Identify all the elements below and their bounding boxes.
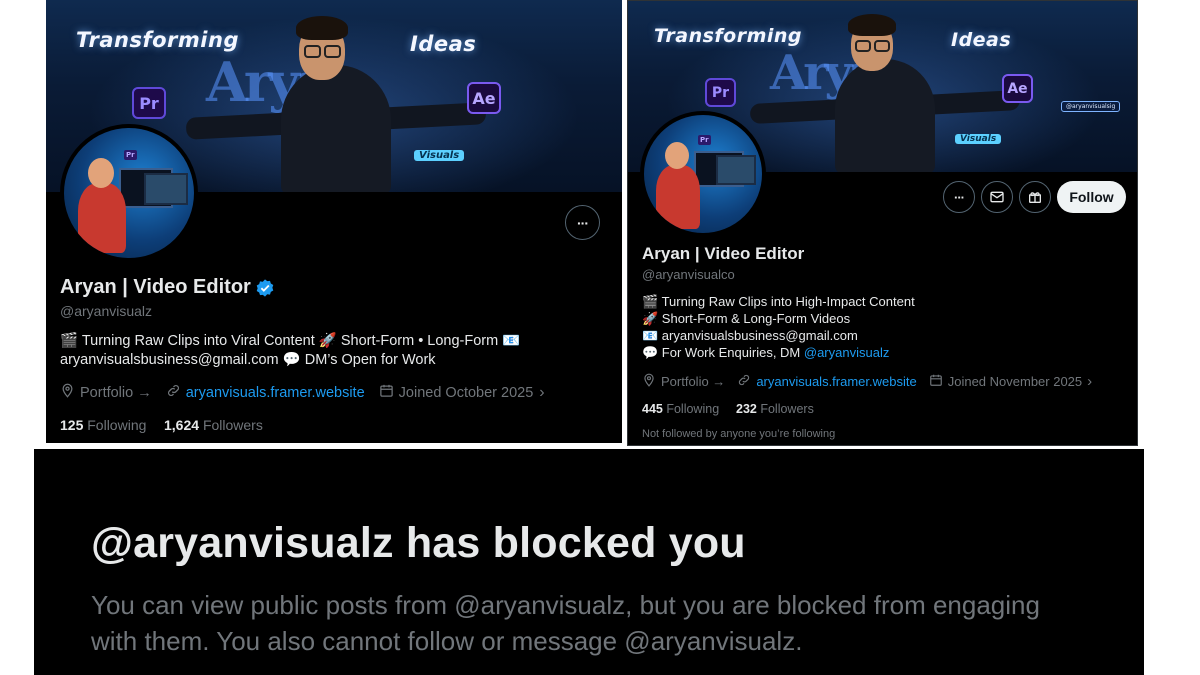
more-icon: ··· (577, 214, 589, 231)
followers-count: 1,624 (164, 417, 200, 433)
gift-icon (1029, 192, 1041, 203)
bio-line: 📧 aryanvisualsbusiness@gmail.com (642, 328, 858, 343)
joined-date: Joined October 2025 (398, 384, 534, 401)
subscribe-button[interactable] (1019, 181, 1051, 213)
bio-line: aryanvisualsbusiness@gmail.com 💬 DM’s Op… (60, 352, 436, 368)
location-pin-icon (60, 383, 75, 402)
banner-instagram-tag: @aryanvisualsig (1061, 101, 1121, 112)
bio-line: 🎬 Turning Raw Clips into Viral Content 🚀… (60, 333, 521, 349)
followers-count: 232 (736, 402, 757, 416)
calendar-icon (379, 383, 394, 402)
message-button[interactable] (981, 181, 1013, 213)
chevron-right-icon[interactable]: › (1087, 373, 1092, 390)
following-count: 445 (642, 402, 663, 416)
profile-meta: Portfolio → aryanvisuals.framer.website … (642, 373, 1092, 390)
avatar[interactable]: Pr (640, 111, 766, 237)
location-pin-icon (642, 373, 656, 390)
following-count-link[interactable]: 445 Following (642, 402, 719, 416)
followers-label: Followers (202, 417, 263, 433)
profile-card-aryanvisualco: Transforming Ideas Aryan Pr Ae @aryanvis… (627, 0, 1138, 446)
profile-card-aryanvisualz: Transforming Ideas Aryan Pr Ae Visuals P… (46, 0, 622, 443)
followers-label: Followers (760, 402, 814, 416)
more-options-button[interactable]: ··· (565, 205, 600, 240)
avatar[interactable]: Pr (60, 124, 198, 262)
more-icon: ··· (954, 189, 965, 205)
bio-line: 🚀 Short-Form & Long-Form Videos (642, 311, 851, 326)
calendar-icon (929, 373, 943, 390)
following-label: Following (666, 402, 720, 416)
verified-badge-icon (256, 278, 274, 297)
premiere-pro-badge: Pr (132, 87, 166, 119)
display-name-text: Aryan | Video Editor (60, 276, 251, 298)
bio-line: 💬 For Work Enquiries, DM @aryanvisualz (642, 345, 889, 361)
portfolio-label: Portfolio → (661, 374, 726, 389)
display-name: Aryan | Video Editor (642, 244, 805, 263)
display-name: Aryan | Video Editor (60, 276, 275, 299)
banner-person-image (185, 10, 487, 192)
followers-count-link[interactable]: 232 Followers (736, 402, 814, 416)
mention-link[interactable]: @aryanvisualz (804, 345, 889, 360)
banner-visuals-tag: Visuals (955, 134, 1002, 144)
mail-icon (990, 191, 1004, 203)
handle: @aryanvisualco (642, 267, 735, 282)
more-options-button[interactable]: ··· (943, 181, 975, 213)
profile-meta: Portfolio → aryanvisuals.framer.website … (60, 383, 545, 402)
following-label: Following (87, 417, 147, 433)
after-effects-badge: Ae (467, 82, 501, 114)
blocked-description: You can view public posts from @aryanvis… (91, 590, 1040, 656)
portfolio-label: Portfolio → (80, 384, 152, 401)
after-effects-badge: Ae (1002, 74, 1033, 103)
followers-count-link[interactable]: 1,624 Followers (164, 417, 263, 433)
blocked-notice: @aryanvisualz has blocked you You can vi… (34, 449, 1144, 675)
joined-date: Joined November 2025 (947, 374, 1083, 389)
following-count: 125 (60, 417, 84, 433)
website-link[interactable]: aryanvisuals.framer.website (186, 385, 365, 401)
website-link[interactable]: aryanvisuals.framer.website (756, 374, 916, 389)
followed-by-note: Not followed by anyone you’re following (642, 428, 836, 440)
link-icon (737, 373, 751, 390)
blocked-title: @aryanvisualz has blocked you (91, 519, 746, 567)
link-icon (166, 383, 181, 402)
follow-button[interactable]: Follow (1057, 181, 1126, 213)
bio-line: 🎬 Turning Raw Clips into High-Impact Con… (642, 294, 915, 309)
handle: @aryanvisualz (60, 303, 153, 319)
premiere-pro-badge: Pr (705, 78, 736, 107)
banner-person-image (749, 9, 1021, 172)
bio-text: 💬 For Work Enquiries, DM (642, 345, 804, 360)
chevron-right-icon[interactable]: › (539, 384, 544, 402)
banner-visuals-tag: Visuals (414, 150, 465, 161)
following-count-link[interactable]: 125 Following (60, 417, 146, 433)
